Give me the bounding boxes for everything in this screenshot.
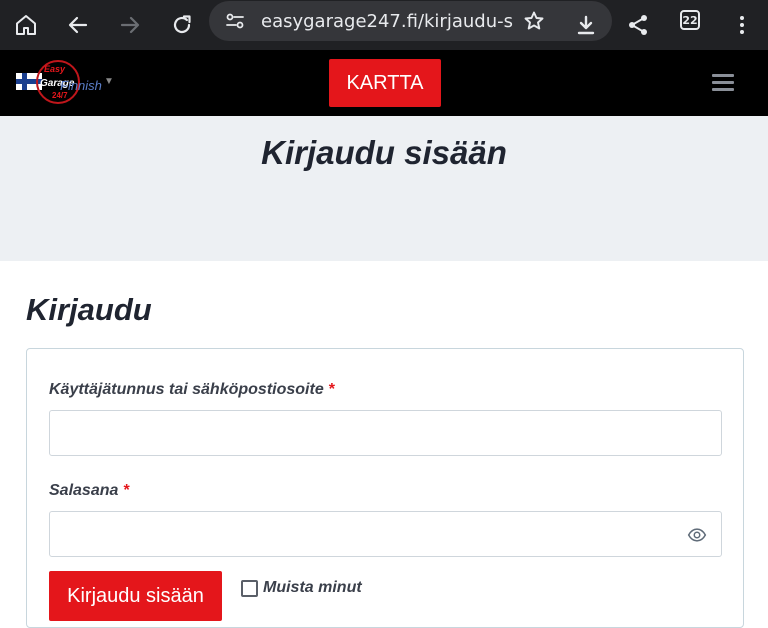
required-mark: *: [122, 482, 130, 499]
browser-toolbar: easygarage247.fi/kirjaudu-sisaan 22: [0, 0, 768, 50]
password-input[interactable]: [49, 511, 722, 557]
password-label: Salasana *: [49, 482, 130, 499]
username-input[interactable]: [49, 410, 722, 456]
tabs-icon[interactable]: 22: [680, 10, 700, 30]
back-icon[interactable]: [58, 5, 98, 45]
show-password-icon[interactable]: [687, 525, 707, 545]
reload-icon[interactable]: [162, 5, 202, 45]
more-vert-icon[interactable]: [722, 5, 762, 45]
login-submit-button[interactable]: Kirjaudu sisään: [49, 571, 222, 621]
language-dropdown-icon[interactable]: ▼: [104, 76, 114, 87]
login-form: Käyttäjätunnus tai sähköpostiosoite * Sa…: [26, 348, 744, 628]
remember-me[interactable]: Muista minut: [241, 579, 362, 597]
page-title: Kirjaudu sisään: [261, 134, 507, 171]
forward-icon[interactable]: [110, 5, 150, 45]
login-heading: Kirjaudu: [26, 292, 152, 327]
title-band: Kirjaudu sisään: [0, 116, 768, 261]
hamburger-menu-icon[interactable]: [712, 74, 734, 92]
home-icon[interactable]: [6, 5, 46, 45]
star-icon[interactable]: [514, 1, 554, 41]
url-text[interactable]: easygarage247.fi/kirjaudu-sisaan: [261, 11, 513, 33]
required-mark: *: [328, 381, 335, 398]
language-label: Finnish: [60, 78, 102, 93]
username-label: Käyttäjätunnus tai sähköpostiosoite *: [49, 381, 335, 398]
site-header: Easy Garage 24/7 Finnish ▼ KARTTA: [0, 50, 768, 116]
address-bar[interactable]: easygarage247.fi/kirjaudu-sisaan: [209, 1, 612, 41]
site-settings-icon[interactable]: [215, 1, 255, 41]
logo-text-top: Easy: [44, 64, 66, 74]
site-logo[interactable]: Easy Garage 24/7 Finnish: [14, 58, 104, 108]
download-icon[interactable]: [566, 5, 606, 45]
kartta-button[interactable]: KARTTA: [329, 59, 441, 107]
share-icon[interactable]: [618, 5, 658, 45]
remember-me-label: Muista minut: [263, 579, 362, 596]
remember-me-checkbox[interactable]: [241, 579, 258, 597]
